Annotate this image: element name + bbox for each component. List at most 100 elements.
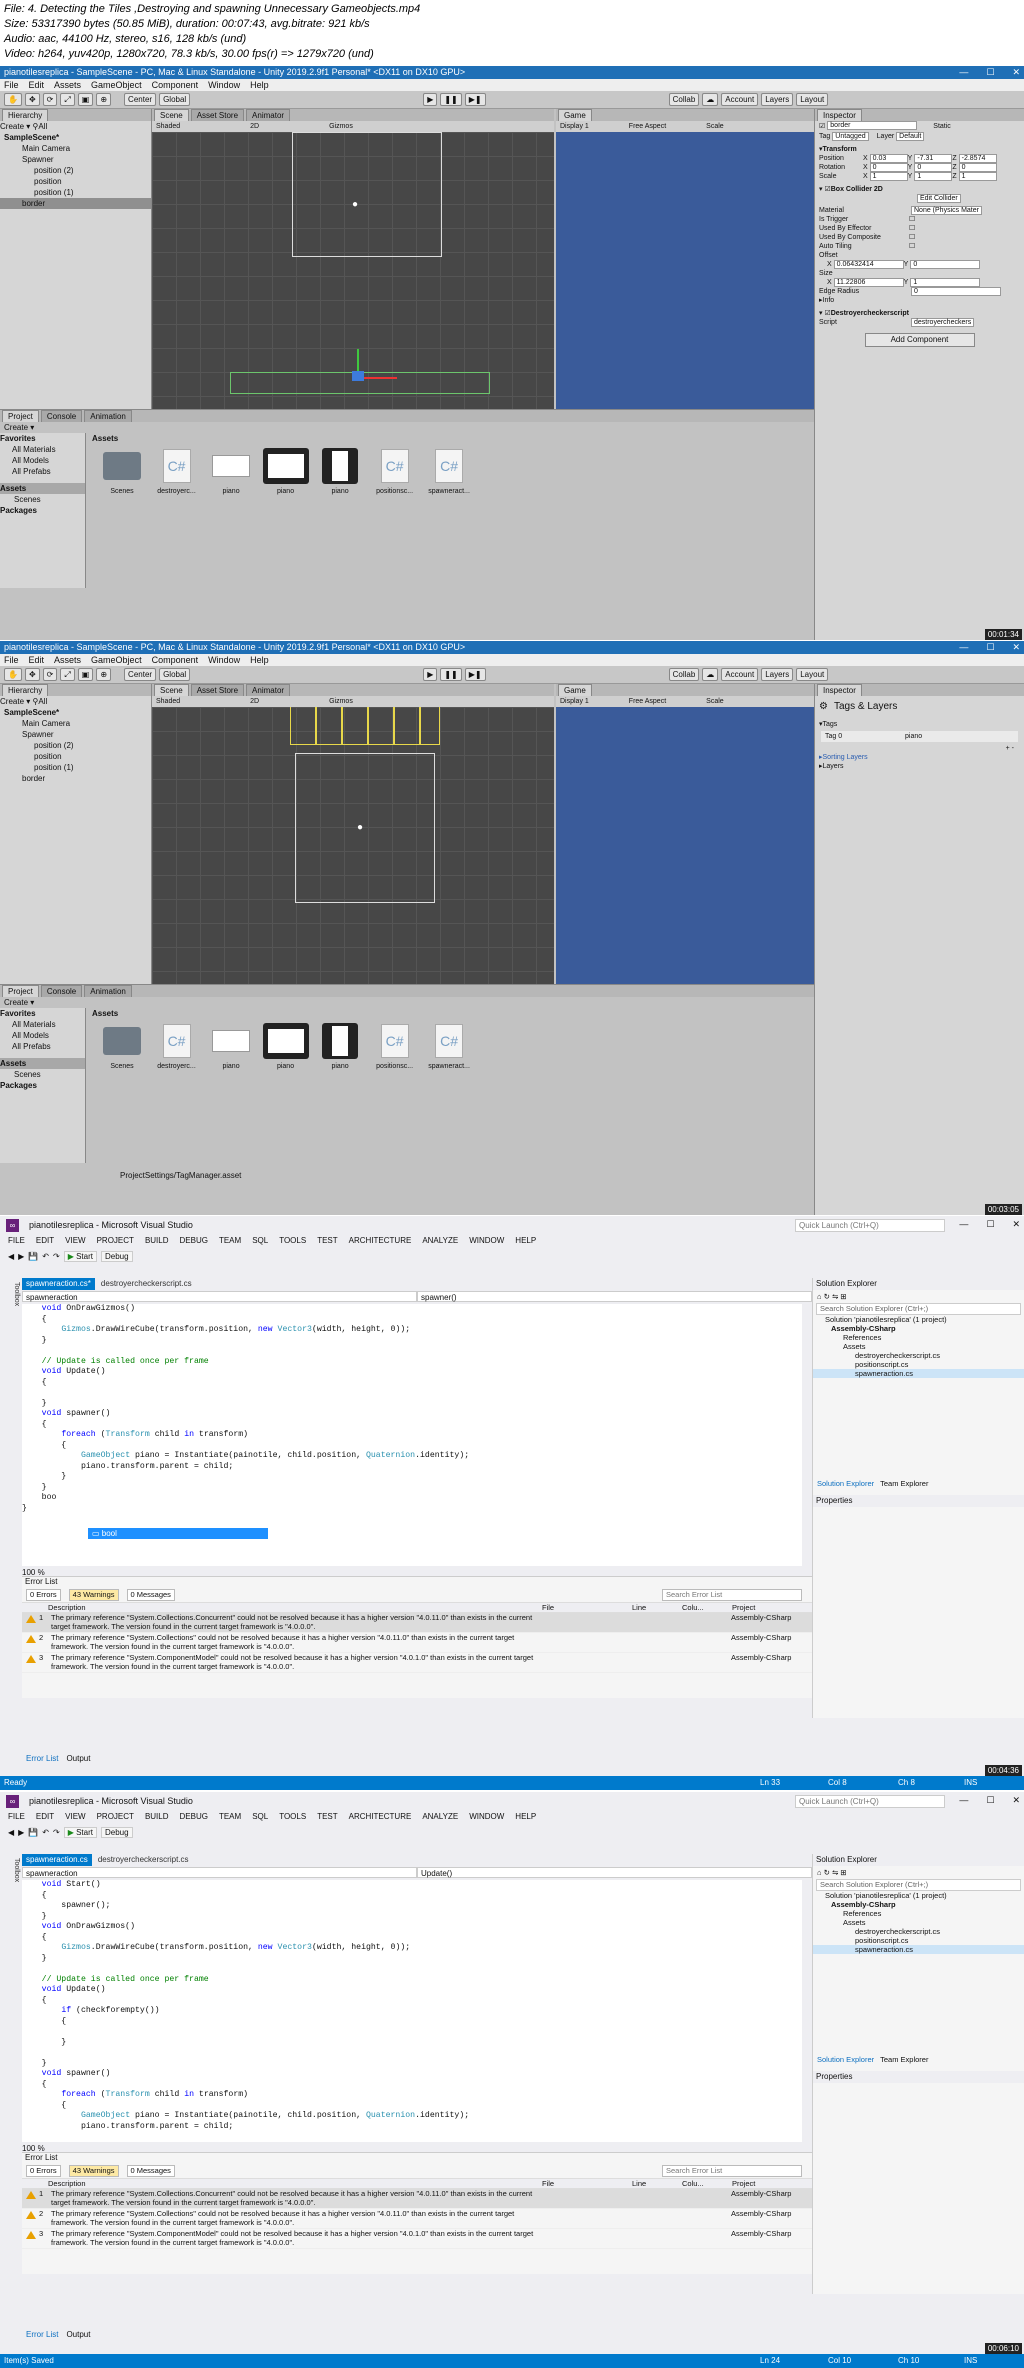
code-line[interactable]: Gizmos.DrawWireCube(transform.position, … bbox=[22, 1325, 802, 1336]
pause-icon[interactable]: ❚❚ bbox=[440, 93, 462, 106]
bottom-tab-output[interactable]: Output bbox=[66, 2330, 90, 2339]
layout-dropdown[interactable]: Layout bbox=[796, 93, 829, 106]
error-row[interactable]: 2 The primary reference "System.Collectio… bbox=[22, 1633, 812, 1653]
menu-file[interactable]: File bbox=[4, 79, 19, 91]
asset-position-script[interactable]: C# positionsc... bbox=[369, 448, 421, 495]
autocomplete-popup[interactable]: ▭ bool bbox=[88, 1528, 268, 1539]
favorites[interactable]: Favorites bbox=[0, 1008, 85, 1019]
hier-main-camera[interactable]: Main Camera bbox=[0, 718, 151, 729]
vs-menu-view[interactable]: VIEW bbox=[65, 1810, 85, 1824]
tab-scene[interactable]: Scene bbox=[154, 684, 189, 696]
menu-file[interactable]: File bbox=[4, 654, 19, 666]
asset-position-script[interactable]: C# positionsc... bbox=[369, 1023, 421, 1070]
errors-filter[interactable]: 0 Errors bbox=[26, 2165, 61, 2177]
se-file-position[interactable]: positionscript.cs bbox=[813, 1936, 1024, 1945]
minimize-icon[interactable]: — bbox=[959, 66, 968, 79]
nav-member-dropdown[interactable]: spawner() bbox=[417, 1291, 812, 1302]
vs-menu-window[interactable]: WINDOW bbox=[469, 1234, 504, 1248]
code-line[interactable]: { bbox=[22, 2017, 802, 2028]
offset-y[interactable]: 0 bbox=[910, 260, 981, 269]
code-line[interactable] bbox=[22, 1388, 802, 1399]
hier-position[interactable]: position bbox=[0, 751, 151, 762]
back-icon[interactable]: ◀ bbox=[8, 1828, 14, 1837]
col-line[interactable]: Line bbox=[632, 2179, 682, 2188]
scene-view[interactable]: Scene Asset Store Animator Shaded 2D Gizmos … bbox=[152, 109, 554, 409]
rot-z[interactable]: 0 bbox=[958, 163, 997, 172]
code-line[interactable]: } bbox=[22, 1504, 802, 1515]
vs-menu-edit[interactable]: EDIT bbox=[36, 1810, 54, 1824]
vs-menu-project[interactable]: PROJECT bbox=[97, 1234, 134, 1248]
se-file-spawner[interactable]: spawneraction.cs bbox=[813, 1945, 1024, 1954]
cloud-icon[interactable]: ☁ bbox=[702, 93, 719, 106]
scene-root[interactable]: SampleScene* bbox=[0, 132, 151, 143]
messages-filter[interactable]: 0 Messages bbox=[126, 1589, 175, 1601]
tab-animator[interactable]: Animator bbox=[246, 109, 291, 121]
menu-assets[interactable]: Assets bbox=[54, 654, 81, 666]
fav-prefabs[interactable]: All Prefabs bbox=[0, 1041, 85, 1052]
error-row[interactable]: 1 The primary reference "System.Collectio… bbox=[22, 2189, 812, 2209]
aspect-dropdown[interactable]: Free Aspect bbox=[629, 696, 666, 707]
script-component-header[interactable]: ▾ ☑ Destroyercheckerscript bbox=[815, 309, 1024, 318]
se-assets-folder[interactable]: Assets bbox=[813, 1918, 1024, 1927]
vs-menu-view[interactable]: VIEW bbox=[65, 1234, 85, 1248]
rotate-tool-icon[interactable]: ⟳ bbox=[42, 668, 58, 681]
project-create[interactable]: Create ▾ bbox=[0, 422, 814, 433]
vs-menu-window[interactable]: WINDOW bbox=[469, 1810, 504, 1824]
code-line[interactable]: void OnDrawGizmos() bbox=[22, 1304, 802, 1315]
close-icon[interactable]: ✕ bbox=[1012, 641, 1020, 654]
hierarchy-create[interactable]: Create ▾ ⚲All bbox=[0, 696, 151, 707]
hand-tool-icon[interactable]: ✋ bbox=[4, 668, 22, 681]
layout-dropdown[interactable]: Layout bbox=[796, 668, 829, 681]
se-toolbar-icons[interactable]: ⌂ ↻ ⇋ ⊞ bbox=[817, 1868, 847, 1877]
rect-tool-icon[interactable]: ▣ bbox=[77, 93, 94, 106]
pivot-center-button[interactable]: Center bbox=[124, 668, 157, 681]
maximize-icon[interactable]: ☐ bbox=[986, 1795, 994, 1806]
error-row[interactable]: 3 The primary reference "System.Component… bbox=[22, 1653, 812, 1673]
code-line[interactable] bbox=[22, 2027, 802, 2038]
code-line[interactable]: foreach (Transform child in transform) bbox=[22, 2090, 802, 2101]
vs-menu-build[interactable]: BUILD bbox=[145, 1810, 169, 1824]
tab-asset-store[interactable]: Asset Store bbox=[190, 109, 245, 121]
asset-piano-3[interactable]: piano bbox=[314, 1023, 366, 1070]
hier-spawner[interactable]: Spawner bbox=[0, 729, 151, 740]
tab-asset-store[interactable]: Asset Store bbox=[190, 684, 245, 696]
start-button[interactable]: ▶ Start bbox=[63, 1826, 97, 1838]
code-line[interactable] bbox=[22, 1346, 802, 1357]
asset-spawner-script[interactable]: C# spawneract... bbox=[423, 448, 475, 495]
edit-collider-button[interactable]: Edit Collider bbox=[917, 194, 961, 203]
error-row[interactable]: 1 The primary reference "System.Collectio… bbox=[22, 1613, 812, 1633]
back-icon[interactable]: ◀ bbox=[8, 1252, 14, 1261]
col-description[interactable]: Description bbox=[22, 2179, 542, 2188]
fav-materials[interactable]: All Materials bbox=[0, 1019, 85, 1030]
menu-help[interactable]: Help bbox=[250, 79, 269, 91]
tab-solution-explorer[interactable]: Solution Explorer bbox=[817, 2054, 874, 2065]
code-line[interactable]: } bbox=[22, 1472, 802, 1483]
menu-edit[interactable]: Edit bbox=[29, 79, 45, 91]
code-line[interactable]: GameObject piano = Instantiate(painotile… bbox=[22, 2111, 802, 2122]
menu-component[interactable]: Component bbox=[152, 654, 199, 666]
scale-x[interactable]: 1 bbox=[869, 172, 908, 181]
pause-icon[interactable]: ❚❚ bbox=[440, 668, 462, 681]
code-line[interactable]: boo bbox=[22, 1493, 802, 1504]
offset-x[interactable]: 0.06432414 bbox=[833, 260, 904, 269]
vs-menu-team[interactable]: TEAM bbox=[219, 1234, 241, 1248]
bottom-tab-error-list[interactable]: Error List bbox=[26, 1754, 58, 1763]
is-trigger-checkbox[interactable]: ☐ bbox=[909, 215, 915, 224]
sorting-layers-foldout[interactable]: ▸ Sorting Layers bbox=[815, 753, 1024, 762]
vs-menu-build[interactable]: BUILD bbox=[145, 1234, 169, 1248]
asset-destroyer-script[interactable]: C# destroyerc... bbox=[151, 448, 203, 495]
menu-window[interactable]: Window bbox=[208, 654, 240, 666]
asset-piano-1[interactable]: piano bbox=[205, 448, 257, 495]
doc-tab-destroyer[interactable]: destroyercheckerscript.cs bbox=[93, 1854, 193, 1866]
doc-tab-destroyer[interactable]: destroyercheckerscript.cs bbox=[96, 1278, 196, 1290]
code-line[interactable]: void Update() bbox=[22, 1985, 802, 1996]
error-row[interactable]: 2 The primary reference "System.Collectio… bbox=[22, 2209, 812, 2229]
hier-main-camera[interactable]: Main Camera bbox=[0, 143, 151, 154]
display-dropdown[interactable]: Display 1 bbox=[560, 121, 589, 132]
code-line[interactable]: } bbox=[22, 2059, 802, 2070]
object-name-field[interactable]: border bbox=[827, 121, 918, 130]
maximize-icon[interactable]: ☐ bbox=[986, 66, 994, 79]
code-line[interactable] bbox=[22, 1964, 802, 1975]
asset-piano-2[interactable]: piano bbox=[260, 448, 312, 495]
layer-dropdown[interactable]: Default bbox=[896, 132, 925, 141]
